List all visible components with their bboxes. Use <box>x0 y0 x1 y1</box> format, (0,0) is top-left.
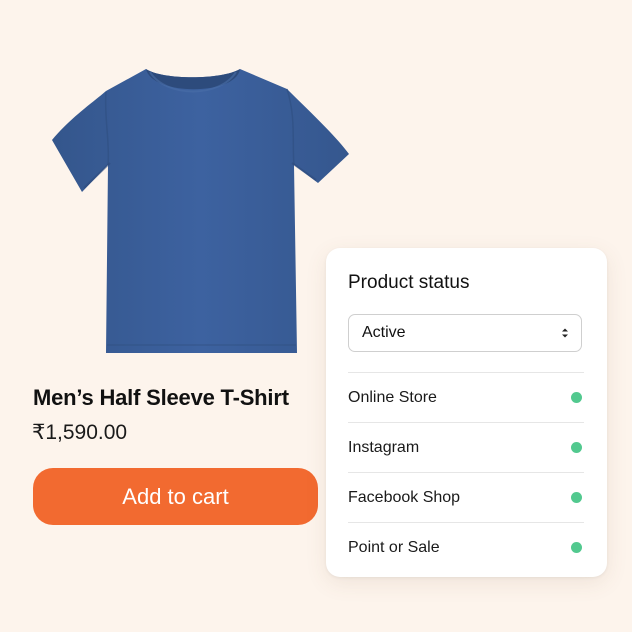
add-to-cart-button[interactable]: Add to cart <box>33 468 318 525</box>
tshirt-body <box>52 69 349 353</box>
sales-channel-list: Online Store Instagram Facebook Shop Poi… <box>348 372 584 572</box>
channel-row-online-store: Online Store <box>348 372 584 422</box>
sort-arrows-icon <box>562 328 568 338</box>
tshirt-icon <box>52 69 349 353</box>
channel-row-point-of-sale: Point or Sale <box>348 522 584 572</box>
channel-row-instagram: Instagram <box>348 422 584 472</box>
status-select-value: Active <box>362 324 406 341</box>
channel-row-facebook-shop: Facebook Shop <box>348 472 584 522</box>
page-background: Men’s Half Sleeve T-Shirt ₹1,590.00 Add … <box>0 0 632 632</box>
product-price: ₹1,590.00 <box>32 421 128 444</box>
channel-label: Facebook Shop <box>348 488 461 506</box>
status-dot-icon <box>571 392 582 403</box>
channel-label: Instagram <box>348 438 420 456</box>
status-select[interactable]: Active <box>348 314 582 352</box>
product-status-card: Product status Active Online Store Insta… <box>326 248 607 577</box>
channel-label: Point or Sale <box>348 538 440 556</box>
status-dot-icon <box>571 542 582 553</box>
product-image <box>44 62 356 362</box>
status-dot-icon <box>571 442 582 453</box>
status-dot-icon <box>571 492 582 503</box>
status-card-title: Product status <box>348 272 470 293</box>
channel-label: Online Store <box>348 388 437 406</box>
product-title: Men’s Half Sleeve T-Shirt <box>33 385 289 410</box>
